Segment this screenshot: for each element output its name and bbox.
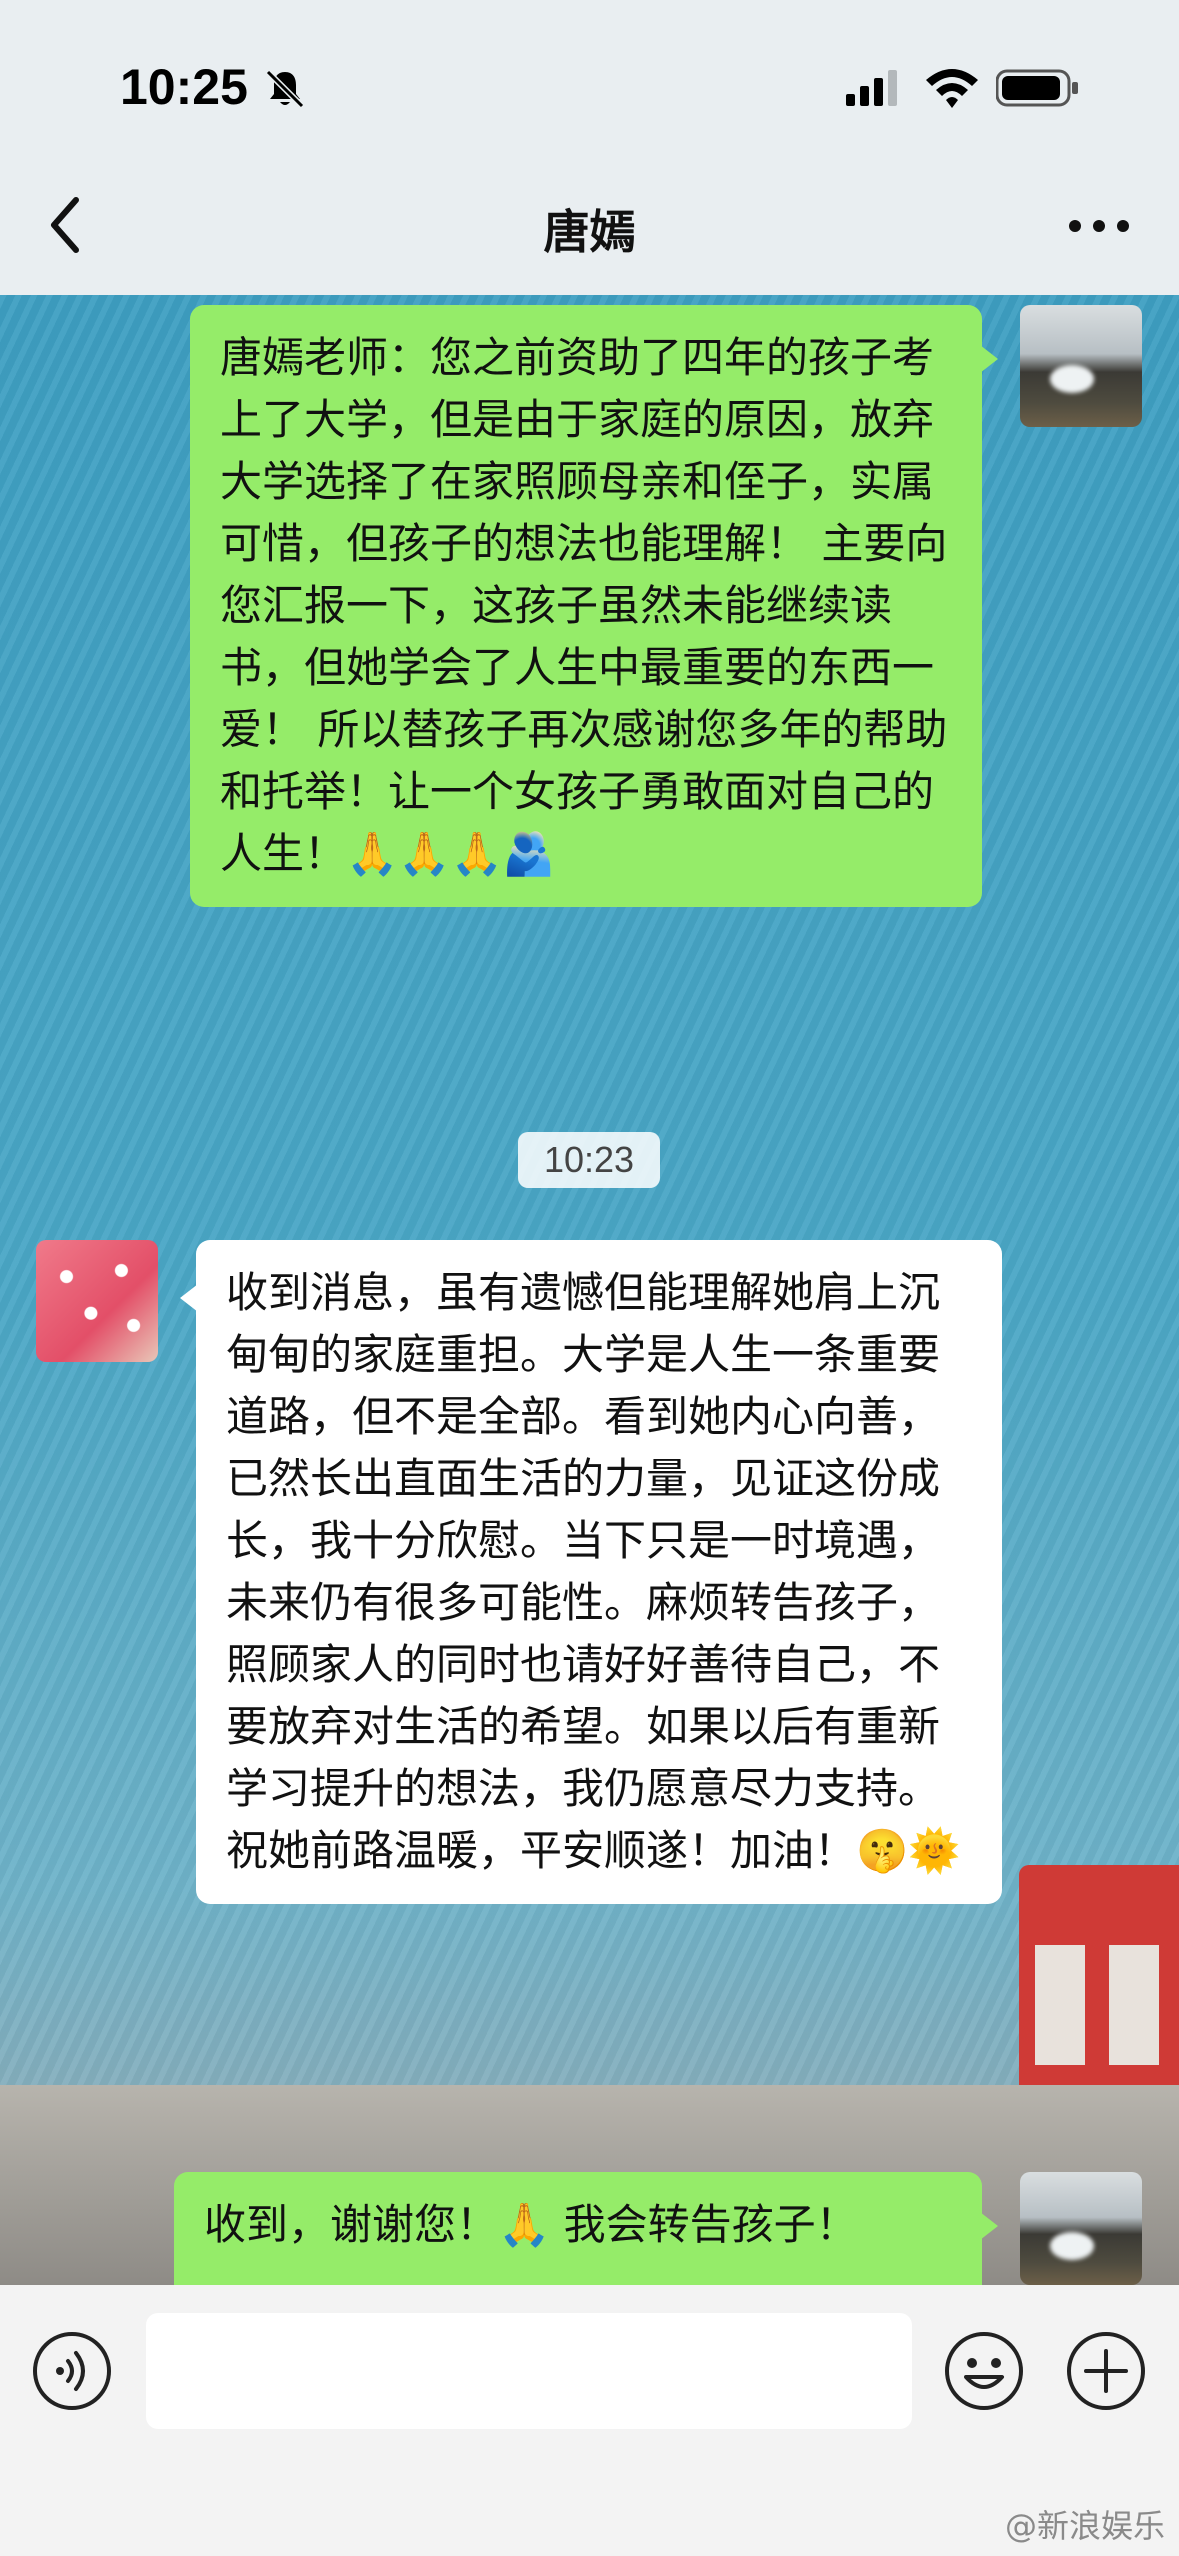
more-options-icon[interactable] (1059, 196, 1139, 256)
message-input[interactable] (146, 2313, 912, 2429)
message-timestamp: 10:23 (518, 1132, 660, 1188)
status-time: 10:25 (120, 59, 248, 115)
message-bubble-received[interactable]: 收到消息，虽有遗憾但能理解她肩上沉甸甸的家庭重担。大学是人生一条重要道路，但不是… (180, 1240, 1002, 1904)
mute-bell-icon (265, 69, 305, 109)
plus-icon[interactable] (1064, 2329, 1148, 2413)
emoji-icon[interactable] (942, 2329, 1026, 2413)
top-bar: 10:25 唐嫣 (0, 0, 1179, 295)
message-text: 唐嫣老师：您之前资助了四年的孩子考上了大学，但是由于家庭的原因，放弃大学选择了在… (220, 333, 948, 878)
message-bubble-sent[interactable]: 唐嫣老师：您之前资助了四年的孩子考上了大学，但是由于家庭的原因，放弃大学选择了在… (190, 305, 998, 907)
wifi-icon (926, 69, 978, 108)
message-bubble-sent[interactable]: 收到，谢谢您！🙏 我会转告孩子！ (174, 2172, 998, 2285)
watermark: @新浪娱乐 (1004, 2507, 1165, 2545)
contact-avatar[interactable] (36, 1240, 158, 1362)
chat-title: 唐嫣 (543, 205, 636, 259)
message-text: 收到消息，虽有遗憾但能理解她肩上沉甸甸的家庭重担。大学是人生一条重要道路，但不是… (226, 1268, 961, 1875)
my-avatar[interactable] (1020, 2172, 1142, 2285)
battery-icon (996, 69, 1078, 107)
voice-icon[interactable] (30, 2329, 114, 2413)
cellular-signal-icon (846, 70, 897, 106)
my-avatar[interactable] (1020, 305, 1142, 427)
input-bar: @新浪娱乐 (0, 2285, 1179, 2556)
message-text: 收到，谢谢您！🙏 我会转告孩子！ (204, 2200, 858, 2249)
